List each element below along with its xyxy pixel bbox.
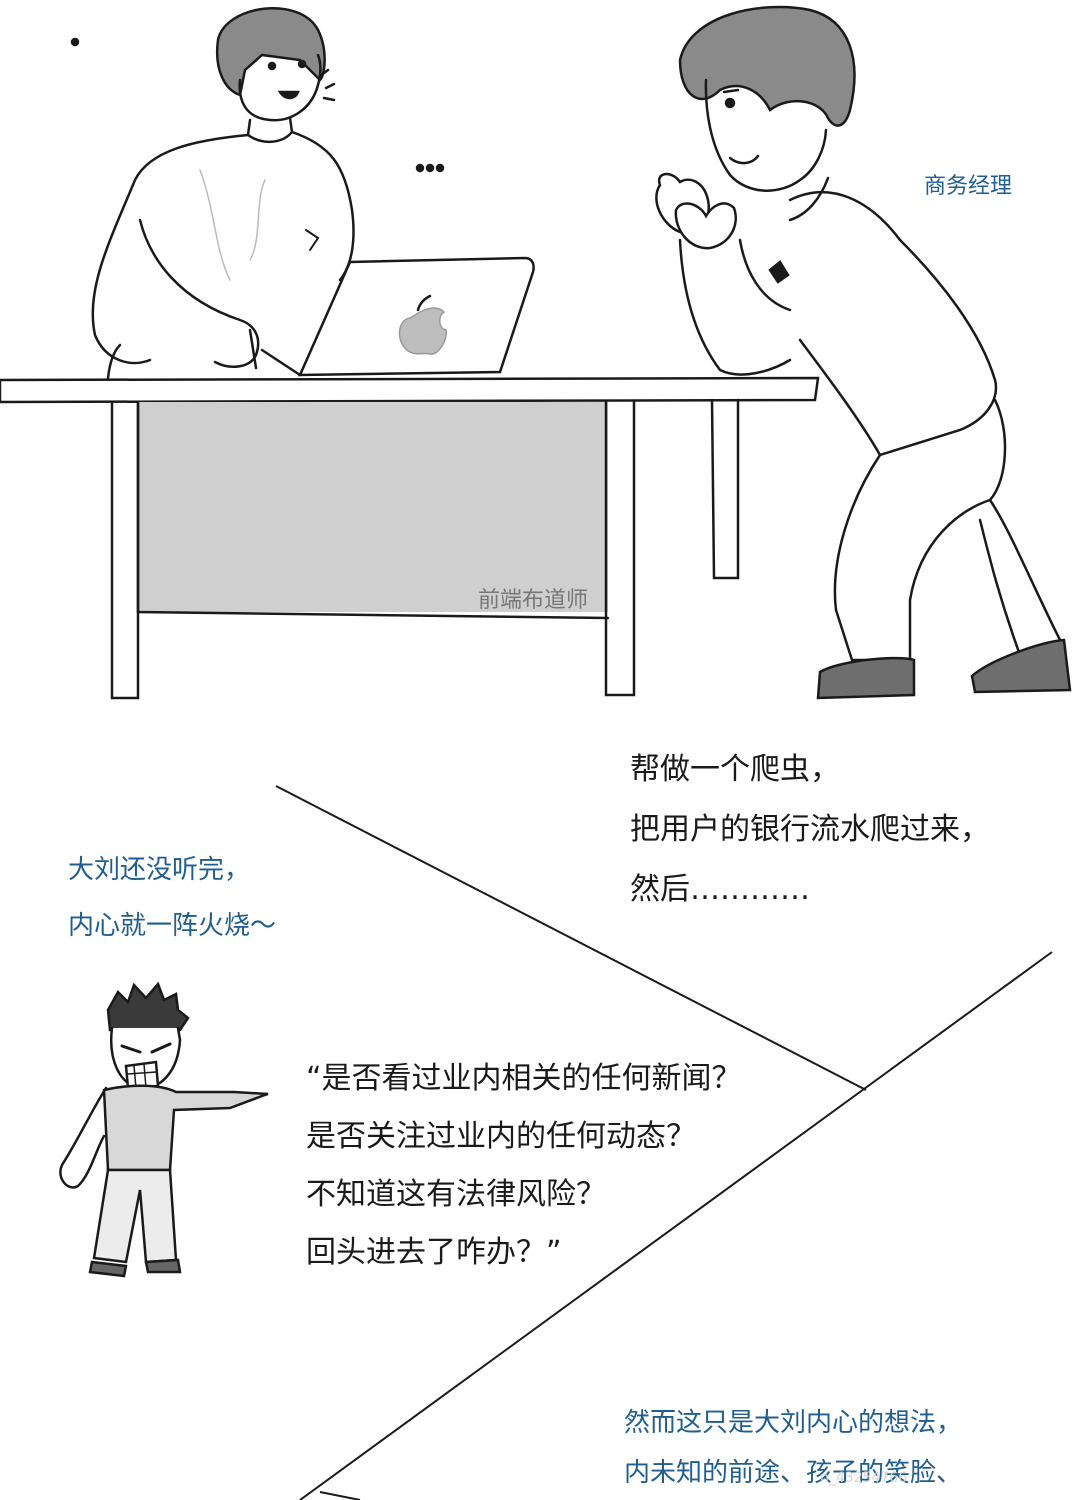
ending-line-2: 内未知的前途、孩子的笑脸、 xyxy=(624,1458,963,1488)
desk xyxy=(0,376,820,700)
manager-figure xyxy=(655,5,1072,700)
speech-line-1: “是否看过业内相关的任何新闻？ xyxy=(306,1061,742,1096)
speech-caption: “是否看过业内相关的任何新闻？ 是否关注过业内的任何动态？ 不知道这有法律风险？… xyxy=(306,1050,742,1282)
speech-line-3: 不知道这有法律风险？ xyxy=(306,1177,606,1212)
request-line-2: 把用户的银行流水爬过来， xyxy=(630,812,990,847)
ending-caption: 然而这只是大刘内心的想法， 内未知的前途、孩子的笑脸、 xyxy=(624,1398,962,1498)
label-business-manager: 商务经理 xyxy=(924,174,1013,199)
request-line-3: 然后………… xyxy=(630,872,810,907)
speech-line-2: 是否关注过业内的任何动态？ xyxy=(306,1119,696,1154)
mind-line-2: 内心就一阵火烧～ xyxy=(68,911,277,941)
mind-caption: 大刘还没听完， 内心就一阵火烧～ xyxy=(68,842,276,954)
ending-line-1: 然而这只是大刘内心的想法， xyxy=(624,1408,963,1438)
label-desk-sign: 前端布道师 xyxy=(478,588,589,613)
angry-worker-figure xyxy=(59,981,269,1278)
watermark-text: n_43254766 xyxy=(820,1470,908,1486)
mind-line-1: 大刘还没听完， xyxy=(68,855,251,885)
request-caption: 帮做一个爬虫， 把用户的银行流水爬过来， 然后………… xyxy=(630,740,990,920)
laptop-icon xyxy=(260,256,535,377)
speech-line-4: 回头进去了咋办？” xyxy=(306,1235,562,1270)
request-line-1: 帮做一个爬虫， xyxy=(630,752,840,787)
